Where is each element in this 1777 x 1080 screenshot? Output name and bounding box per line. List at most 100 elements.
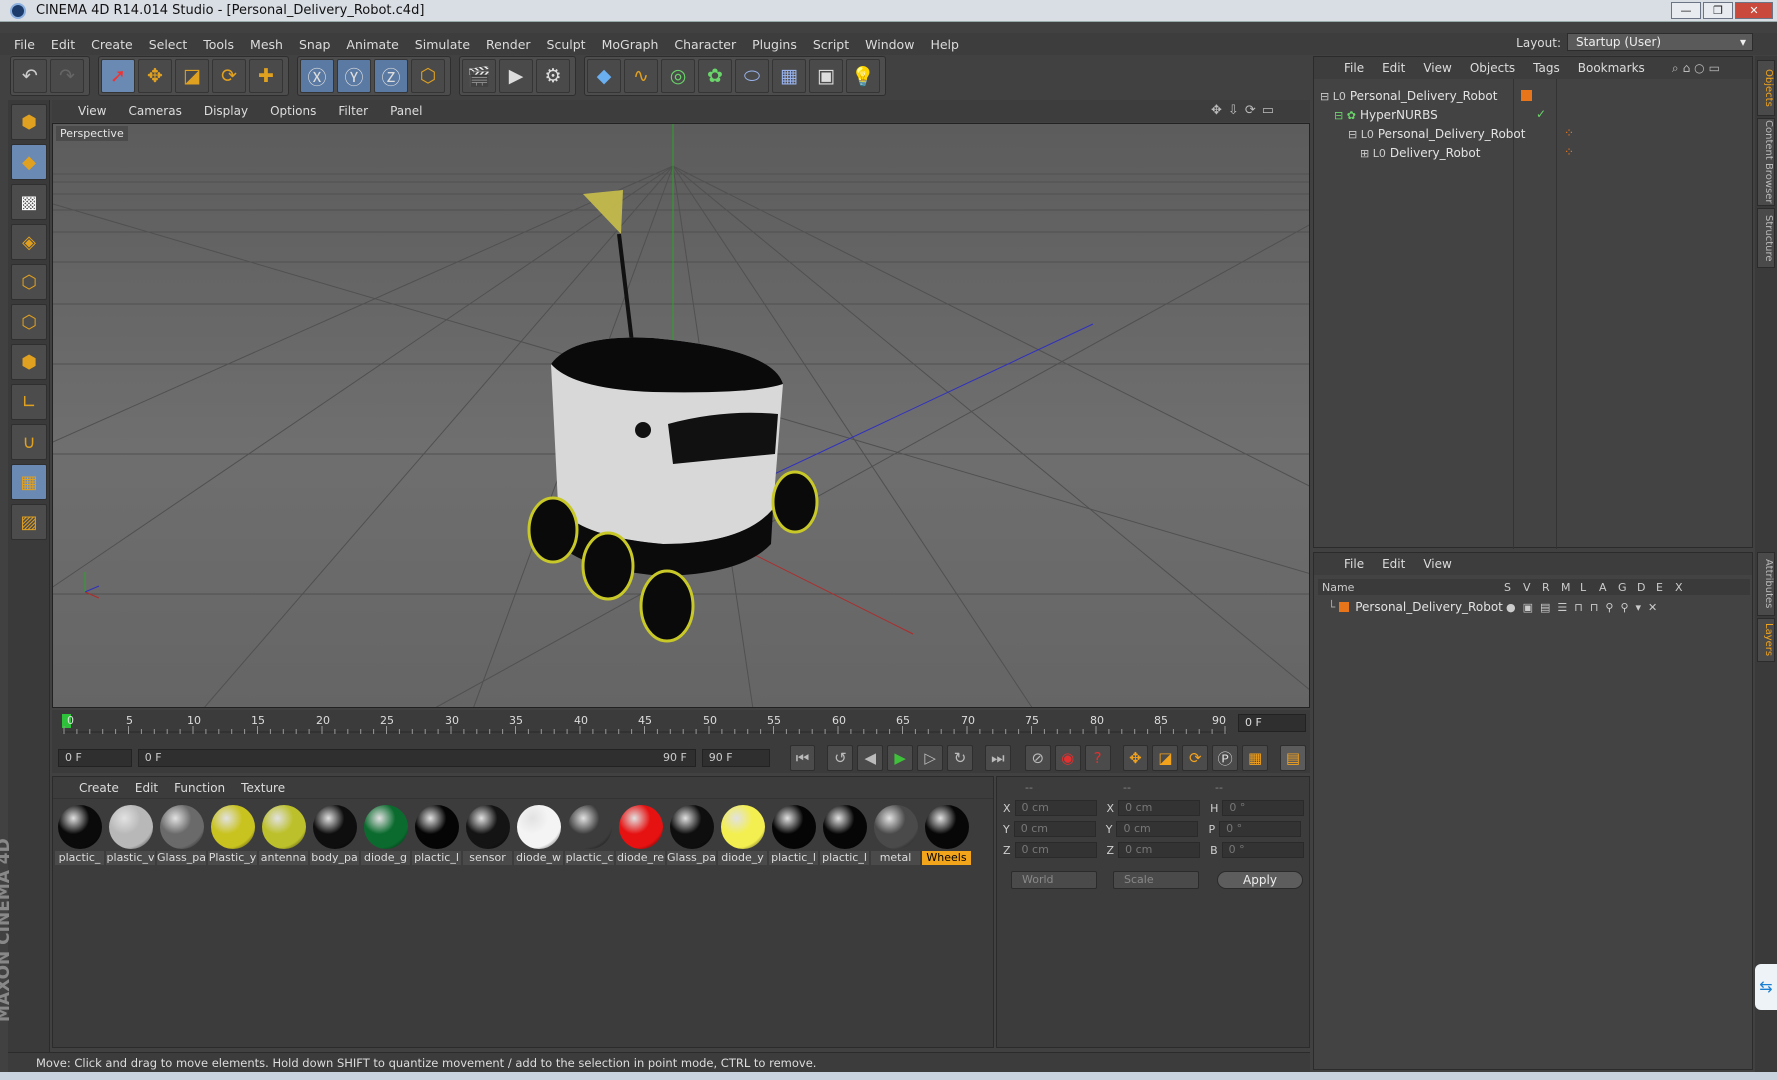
- menu-plugins[interactable]: Plugins: [752, 37, 797, 52]
- floor-icon[interactable]: ▦: [772, 59, 806, 93]
- rotate-tool-icon[interactable]: ⟳: [212, 59, 246, 93]
- light-icon[interactable]: 💡: [846, 59, 880, 93]
- rotation-b-field[interactable]: 0 °: [1221, 842, 1304, 858]
- minimize-button[interactable]: —: [1671, 2, 1701, 19]
- layer-menu-view[interactable]: View: [1423, 557, 1451, 571]
- material-swatch[interactable]: body_pa: [310, 805, 359, 865]
- size-x-field[interactable]: 0 cm: [1118, 800, 1201, 816]
- obj-menu-bookmarks[interactable]: Bookmarks: [1578, 61, 1645, 75]
- rotation-h-field[interactable]: 0 °: [1222, 800, 1305, 816]
- mat-menu-edit[interactable]: Edit: [135, 781, 158, 795]
- menu-help[interactable]: Help: [930, 37, 959, 52]
- redo-icon[interactable]: ↷: [50, 59, 84, 93]
- layer-row[interactable]: └ Personal_Delivery_Robot ●▣▤☰⊓⊓⚲⚲▾✕: [1314, 597, 1754, 617]
- frame-range-slider[interactable]: 0 F 90 F: [137, 749, 696, 767]
- key-rotation-icon[interactable]: ⟳: [1182, 745, 1209, 771]
- material-swatch[interactable]: metal: [871, 805, 920, 865]
- polygon-mode-icon[interactable]: ⬢: [11, 344, 47, 380]
- coordinate-mode-dropdown[interactable]: World: [1011, 871, 1097, 889]
- close-button[interactable]: ✕: [1735, 2, 1773, 19]
- select-tool-icon[interactable]: ➚: [101, 59, 135, 93]
- enabled-check-icon[interactable]: ✓: [1536, 107, 1546, 121]
- layer-flag-icons[interactable]: ●▣▤☰⊓⊓⚲⚲▾✕: [1506, 601, 1664, 614]
- make-editable-icon[interactable]: ⬢: [11, 104, 47, 140]
- material-swatch[interactable]: plactic_c: [565, 805, 614, 865]
- layout-dropdown[interactable]: Startup (User) ▾: [1567, 33, 1753, 51]
- obj-menu-objects[interactable]: Objects: [1470, 61, 1515, 75]
- timeline-ruler[interactable]: 0 5 10 15 20 25 30 35 40 45 50 55 60 65 …: [52, 710, 1310, 744]
- end-frame-field[interactable]: 90 F: [701, 749, 770, 767]
- tab-attributes[interactable]: Attributes: [1757, 552, 1775, 616]
- scale-tool-icon[interactable]: ◪: [175, 59, 209, 93]
- position-y-field[interactable]: 0 cm: [1013, 821, 1096, 837]
- key-scale-icon[interactable]: ◪: [1152, 745, 1179, 771]
- material-swatch[interactable]: plastic_v: [106, 805, 155, 865]
- search-home-icons[interactable]: ⌕⌂○▭: [1672, 61, 1724, 76]
- material-swatch[interactable]: diode_w: [514, 805, 563, 865]
- size-y-field[interactable]: 0 cm: [1116, 821, 1199, 837]
- axis-mode-icon[interactable]: ∟: [11, 384, 47, 420]
- material-swatch[interactable]: antenna: [259, 805, 308, 865]
- perspective-viewport[interactable]: Perspective: [52, 123, 1310, 708]
- menu-mograph[interactable]: MoGraph: [602, 37, 659, 52]
- layer-color-swatch[interactable]: [1339, 602, 1350, 612]
- texture-mode-icon[interactable]: ▩: [11, 184, 47, 220]
- z-axis-lock-icon[interactable]: Ⓩ: [374, 59, 408, 93]
- menu-character[interactable]: Character: [674, 37, 736, 52]
- mat-menu-texture[interactable]: Texture: [241, 781, 285, 795]
- menu-tools[interactable]: Tools: [203, 37, 234, 52]
- material-swatch[interactable]: plactic_l: [820, 805, 869, 865]
- rotation-p-field[interactable]: 0 °: [1219, 821, 1302, 837]
- tab-content-browser[interactable]: Content Browser: [1757, 118, 1775, 206]
- object-row[interactable]: ⊟ L0 Personal_Delivery_Robot: [1314, 86, 1754, 106]
- deformer-icon[interactable]: ⬭: [735, 59, 769, 93]
- go-to-end-icon[interactable]: ⏭: [984, 745, 1011, 771]
- transform-tool-icon[interactable]: ✚: [249, 59, 283, 93]
- current-frame-field[interactable]: 0 F: [1238, 714, 1306, 732]
- obj-menu-file[interactable]: File: [1344, 61, 1364, 75]
- material-swatch[interactable]: diode_re: [616, 805, 665, 865]
- maximize-button[interactable]: ❐: [1703, 2, 1733, 19]
- move-tool-icon[interactable]: ✥: [138, 59, 172, 93]
- key-pla-icon[interactable]: ▦: [1242, 745, 1269, 771]
- previous-key-icon[interactable]: ↺: [827, 745, 854, 771]
- next-key-icon[interactable]: ↻: [947, 745, 973, 771]
- layer-menu-edit[interactable]: Edit: [1382, 557, 1405, 571]
- material-swatch[interactable]: Wheels: [922, 805, 971, 865]
- array-icon[interactable]: ✿: [698, 59, 732, 93]
- render-view-icon[interactable]: 🎬: [462, 59, 496, 93]
- spline-icon[interactable]: ∿: [624, 59, 658, 93]
- planar-workplane-icon[interactable]: ▨: [11, 504, 47, 540]
- model-mode-icon[interactable]: ◆: [11, 144, 47, 180]
- obj-menu-edit[interactable]: Edit: [1382, 61, 1405, 75]
- layer-menu-file[interactable]: File: [1344, 557, 1364, 571]
- y-axis-lock-icon[interactable]: Ⓨ: [337, 59, 371, 93]
- object-row[interactable]: ⊟ ✿ HyperNURBS ✓: [1314, 105, 1754, 125]
- remote-support-icon[interactable]: ⇆: [1755, 964, 1777, 1010]
- edge-mode-icon[interactable]: ⬡: [11, 304, 47, 340]
- menu-create[interactable]: Create: [91, 37, 133, 52]
- vp-menu-cameras[interactable]: Cameras: [128, 104, 181, 118]
- size-z-field[interactable]: 0 cm: [1118, 842, 1201, 858]
- next-frame-icon[interactable]: ▷: [917, 745, 944, 771]
- x-axis-lock-icon[interactable]: Ⓧ: [300, 59, 334, 93]
- play-icon[interactable]: ▶: [887, 745, 914, 771]
- mat-menu-function[interactable]: Function: [174, 781, 225, 795]
- material-tag-icon[interactable]: ⁘: [1564, 145, 1574, 159]
- material-swatch[interactable]: diode_g: [361, 805, 410, 865]
- cube-object-icon[interactable]: ◆: [587, 59, 621, 93]
- object-row[interactable]: ⊟ L0 Personal_Delivery_Robot ⁘: [1314, 124, 1754, 144]
- material-swatch[interactable]: plactic_l: [412, 805, 461, 865]
- key-parameter-icon[interactable]: Ⓟ: [1212, 745, 1239, 771]
- material-swatch[interactable]: sensor: [463, 805, 512, 865]
- vp-menu-panel[interactable]: Panel: [390, 104, 422, 118]
- menu-select[interactable]: Select: [149, 37, 188, 52]
- menu-simulate[interactable]: Simulate: [415, 37, 470, 52]
- obj-menu-view[interactable]: View: [1423, 61, 1451, 75]
- tab-layers[interactable]: Layers: [1757, 618, 1775, 662]
- workplane-lock-icon[interactable]: ▦: [11, 464, 47, 500]
- autokey-help-icon[interactable]: ?: [1084, 745, 1111, 771]
- material-swatch[interactable]: plactic_: [55, 805, 104, 865]
- menu-snap[interactable]: Snap: [299, 37, 330, 52]
- render-settings-icon[interactable]: ⚙: [536, 59, 570, 93]
